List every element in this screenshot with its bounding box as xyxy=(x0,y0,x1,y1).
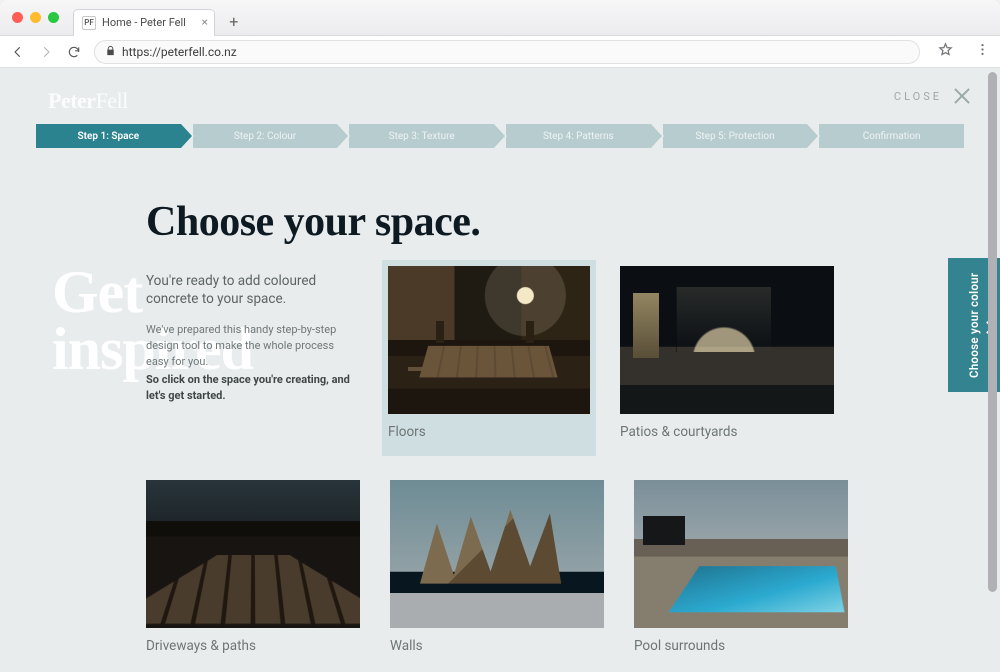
chevron-right-icon xyxy=(807,124,818,148)
intro-column: You're ready to add coloured concrete to… xyxy=(146,266,358,456)
space-caption: Pool surrounds xyxy=(634,638,848,654)
browser-tab[interactable]: PF Home - Peter Fell × xyxy=(73,9,215,36)
close-wizard-button[interactable]: CLOSE xyxy=(894,86,972,106)
step-2-colour[interactable]: Step 2: Colour xyxy=(193,124,338,148)
address-url: https://peterfell.co.nz xyxy=(122,45,237,59)
browser-menu-icon[interactable] xyxy=(975,42,990,61)
step-3-texture[interactable]: Step 3: Texture xyxy=(349,124,494,148)
step-1-space[interactable]: Step 1: Space xyxy=(36,124,181,148)
forward-button[interactable] xyxy=(38,45,54,59)
space-thumb xyxy=(146,480,360,628)
reload-icon xyxy=(67,45,81,59)
space-thumb xyxy=(620,266,834,414)
space-card-walls[interactable]: Walls xyxy=(390,480,604,654)
new-tab-button[interactable]: + xyxy=(223,11,245,33)
space-caption: Floors xyxy=(388,424,590,440)
space-thumb xyxy=(634,480,848,628)
page-title: Choose your space. xyxy=(146,198,940,246)
close-icon xyxy=(952,86,972,106)
tab-close-icon[interactable]: × xyxy=(201,15,207,29)
step-label: Step 4: Patterns xyxy=(543,131,614,142)
space-caption: Patios & courtyards xyxy=(620,424,834,440)
space-card-driveways[interactable]: Driveways & paths xyxy=(146,480,360,654)
chevron-right-icon xyxy=(494,124,505,148)
space-card-patios[interactable]: Patios & courtyards xyxy=(620,266,834,456)
wizard-stepper: Step 1: Space Step 2: Colour Step 3: Tex… xyxy=(36,124,964,148)
close-label: CLOSE xyxy=(894,90,942,103)
reload-button[interactable] xyxy=(66,45,82,59)
step-label: Step 2: Colour xyxy=(234,131,296,142)
step-6-confirmation[interactable]: Confirmation xyxy=(819,124,964,148)
browser-window: PF Home - Peter Fell × + https://peterfe… xyxy=(0,0,1000,672)
step-label: Step 1: Space xyxy=(78,131,140,142)
space-thumb xyxy=(388,266,590,414)
space-card-pool[interactable]: Pool surrounds xyxy=(634,480,848,654)
browser-title-bar: PF Home - Peter Fell × + xyxy=(0,0,1000,36)
step-4-patterns[interactable]: Step 4: Patterns xyxy=(506,124,651,148)
chevron-right-icon xyxy=(651,124,662,148)
scrollbar-thumb[interactable] xyxy=(988,72,997,592)
window-close-icon[interactable] xyxy=(12,12,23,23)
browser-toolbar: https://peterfell.co.nz xyxy=(0,36,1000,68)
arrow-left-icon xyxy=(11,45,25,59)
tab-favicon-icon: PF xyxy=(82,16,96,30)
space-card-floors[interactable]: Floors xyxy=(382,260,596,456)
page-viewport: Getinspired PeterFell CLOSE Step 1: Spac… xyxy=(0,68,1000,672)
step-label: Confirmation xyxy=(863,131,921,142)
window-zoom-icon[interactable] xyxy=(48,12,59,23)
brand-logo[interactable]: PeterFell xyxy=(48,88,128,114)
address-bar[interactable]: https://peterfell.co.nz xyxy=(94,40,920,64)
chevron-right-icon xyxy=(181,124,192,148)
window-controls xyxy=(12,12,59,23)
step-label: Step 5: Protection xyxy=(695,131,774,142)
step-label: Step 3: Texture xyxy=(389,131,455,142)
chevron-right-icon xyxy=(337,124,348,148)
scrollbar-track[interactable] xyxy=(988,72,997,668)
bookmark-star-icon[interactable] xyxy=(938,42,953,61)
space-caption: Walls xyxy=(390,638,604,654)
space-caption: Driveways & paths xyxy=(146,638,360,654)
intro-lead: You're ready to add coloured concrete to… xyxy=(146,272,358,308)
wizard-content: Choose your space. You're ready to add c… xyxy=(146,198,940,672)
space-thumb xyxy=(390,480,604,628)
lock-icon xyxy=(105,45,116,59)
step-5-protection[interactable]: Step 5: Protection xyxy=(663,124,808,148)
intro-body: We've prepared this handy step-by-step d… xyxy=(146,322,358,404)
back-button[interactable] xyxy=(10,45,26,59)
arrow-right-icon xyxy=(39,45,53,59)
window-minimize-icon[interactable] xyxy=(30,12,41,23)
tab-title: Home - Peter Fell xyxy=(102,16,186,29)
